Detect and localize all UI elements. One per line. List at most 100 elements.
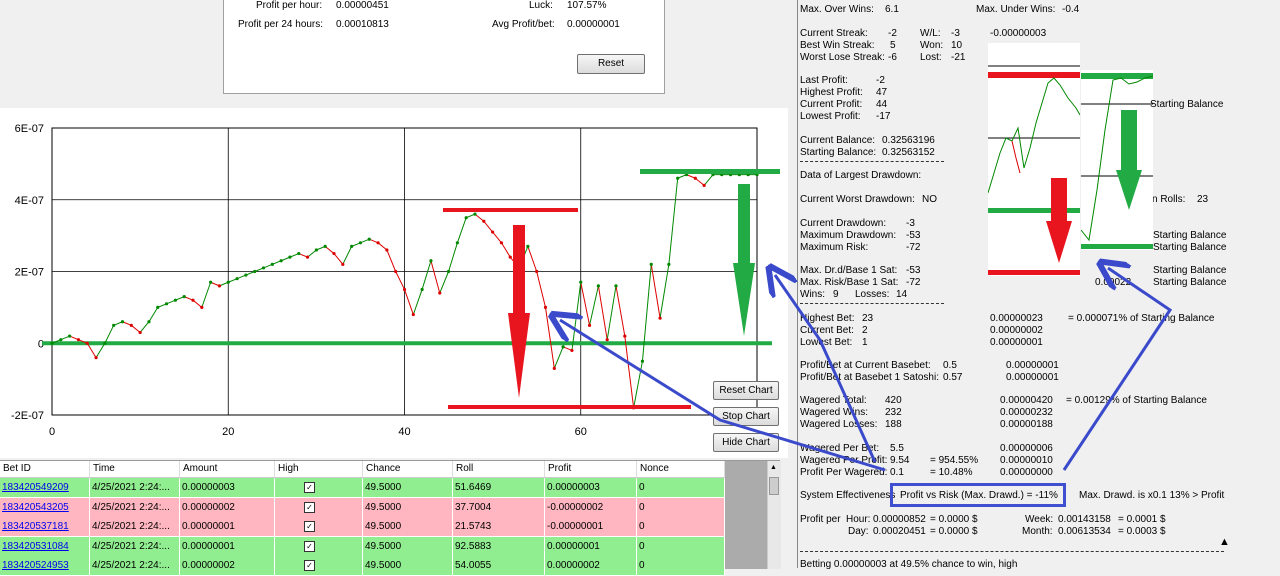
series-segment xyxy=(95,342,106,358)
checkbox[interactable]: ✓ xyxy=(304,540,315,552)
checkbox[interactable]: ✓ xyxy=(304,521,315,532)
col-roll[interactable]: Roll xyxy=(453,461,545,477)
col-nonce[interactable]: Nonce xyxy=(637,461,725,477)
table-row[interactable]: 183420537181 4/25/2021 2:24:... 0.00000001… xyxy=(0,517,725,537)
high-checkbox[interactable]: ✓ xyxy=(275,536,363,556)
high-checkbox[interactable]: ✓ xyxy=(275,478,363,497)
high-checkbox[interactable]: ✓ xyxy=(275,497,363,517)
table-row[interactable]: 183420549209 4/25/2021 2:24:... 0.00000003… xyxy=(0,478,725,498)
cell-id[interactable]: 183420549209 xyxy=(0,478,90,497)
data-point xyxy=(341,262,345,266)
cell-id[interactable]: 183420524953 xyxy=(0,556,90,575)
y-tick-label: -2E-07 xyxy=(11,410,44,422)
series-segment xyxy=(307,249,317,258)
data-point xyxy=(253,269,257,274)
current-drawdown-value: -3 xyxy=(906,218,915,229)
max-risk-base-value: -72 xyxy=(906,277,921,288)
annotation-bar-green xyxy=(640,169,780,174)
data-point xyxy=(297,251,301,256)
day-label: Day: xyxy=(848,526,869,537)
cell-roll: 54.0055 xyxy=(453,556,545,575)
cell-time: 4/25/2021 2:24:... xyxy=(90,517,180,536)
data-point xyxy=(446,269,451,274)
last-profit-value: -2 xyxy=(876,75,885,86)
series-segment xyxy=(694,177,705,186)
y-tick-label: 4E-07 xyxy=(15,195,44,207)
starting-balance-pct: 0.00022 xyxy=(1095,277,1132,288)
data-point xyxy=(464,216,468,220)
table-row[interactable]: 183420531084 4/25/2021 2:24:... 0.00000001… xyxy=(0,536,725,557)
series-segment xyxy=(404,289,414,315)
wagered-per-profit-value: 9.54 xyxy=(890,455,910,466)
day-usd: = 0.0000 $ xyxy=(930,526,978,537)
maximum-drawdown-label: Maximum Drawdown: xyxy=(800,230,897,241)
luck-value: 107.57% xyxy=(567,0,607,11)
annotation-bar-bottom xyxy=(448,405,691,409)
series-segment xyxy=(536,271,546,308)
table-row[interactable]: 183420543205 4/25/2021 2:24:... 0.00000002… xyxy=(0,497,725,518)
max-drd-base-label: Max. Dr.d/Base 1 Sat: xyxy=(800,265,898,276)
table-scrollbar[interactable]: ▲ xyxy=(767,461,781,569)
data-point xyxy=(508,255,512,259)
col-high[interactable]: High xyxy=(275,461,363,477)
cell-id[interactable]: 183420537181 xyxy=(0,517,90,536)
divider xyxy=(800,303,944,304)
checkbox[interactable]: ✓ xyxy=(304,560,315,571)
stop-chart-button[interactable]: Stop Chart xyxy=(713,407,779,426)
scroll-up-icon[interactable]: ▲ xyxy=(1219,536,1230,548)
col-time[interactable]: Time xyxy=(90,461,180,477)
checkbox[interactable]: ✓ xyxy=(304,482,315,493)
maximum-drawdown-value: -53 xyxy=(906,230,921,241)
avg-profit-value: 0.00000001 xyxy=(567,19,620,30)
best-win-streak-value: 5 xyxy=(890,40,896,51)
data-point xyxy=(543,305,548,309)
wins-label: Wins: xyxy=(800,289,825,300)
col-bet-id[interactable]: Bet ID xyxy=(0,461,90,477)
data-point xyxy=(112,323,116,327)
wagered-per-profit-pct: = 954.55% xyxy=(930,455,979,466)
starting-balance-text: Starting Balance xyxy=(1153,230,1227,241)
current-streak-label: Current Streak: xyxy=(800,28,868,39)
wagered-total-value: 420 xyxy=(885,395,902,406)
scroll-thumb[interactable] xyxy=(769,477,779,495)
green-arrow-icon xyxy=(733,184,755,336)
series-segment xyxy=(527,246,538,272)
divider xyxy=(800,551,1224,552)
reset-chart-button[interactable]: Reset Chart xyxy=(713,381,779,400)
data-point xyxy=(367,237,371,241)
series-segment xyxy=(130,324,141,333)
data-point xyxy=(385,248,389,252)
col-chance[interactable]: Chance xyxy=(363,461,453,477)
data-point xyxy=(173,298,177,302)
cell-roll: 21.5743 xyxy=(453,517,545,536)
reset-button[interactable]: Reset xyxy=(577,54,645,74)
series-segment xyxy=(148,307,159,322)
cell-nonce: 0 xyxy=(637,517,725,536)
table-header: Bet ID Time Amount High Chance Roll Prof… xyxy=(0,461,725,478)
series-segment xyxy=(615,285,626,337)
series-segment xyxy=(580,282,591,326)
high-checkbox[interactable]: ✓ xyxy=(275,556,363,575)
col-profit[interactable]: Profit xyxy=(545,461,637,477)
wagered-losses-value: 188 xyxy=(885,419,902,430)
x-tick-label: 0 xyxy=(49,426,55,438)
scroll-up-icon[interactable]: ▲ xyxy=(770,464,777,471)
hide-chart-button[interactable]: Hide Chart xyxy=(713,433,779,452)
table-row[interactable]: 183420524953 4/25/2021 2:24:... 0.00000002… xyxy=(0,556,725,576)
profit-24-value: 0.00010813 xyxy=(336,19,389,30)
losses-value: 14 xyxy=(896,289,908,300)
checkbox[interactable]: ✓ xyxy=(304,501,315,513)
cell-id[interactable]: 183420543205 xyxy=(0,497,90,517)
worst-lose-streak-value: -6 xyxy=(888,52,897,63)
wins-value: 9 xyxy=(833,289,839,300)
data-point xyxy=(288,255,292,259)
wl-value: -3 xyxy=(951,28,960,39)
highest-profit-label: Highest Profit: xyxy=(800,87,863,98)
profit-per-wagered-amount: 0.00000000 xyxy=(1000,467,1053,478)
last-profit-label: Last Profit: xyxy=(800,75,848,86)
profit-bet-sat-label: Profit/Bet at Basebet 1 Satoshi: xyxy=(800,372,939,383)
col-amount[interactable]: Amount xyxy=(180,461,275,477)
cell-id[interactable]: 183420531084 xyxy=(0,536,90,556)
high-checkbox[interactable]: ✓ xyxy=(275,517,363,536)
red-arrow-icon xyxy=(508,225,530,398)
